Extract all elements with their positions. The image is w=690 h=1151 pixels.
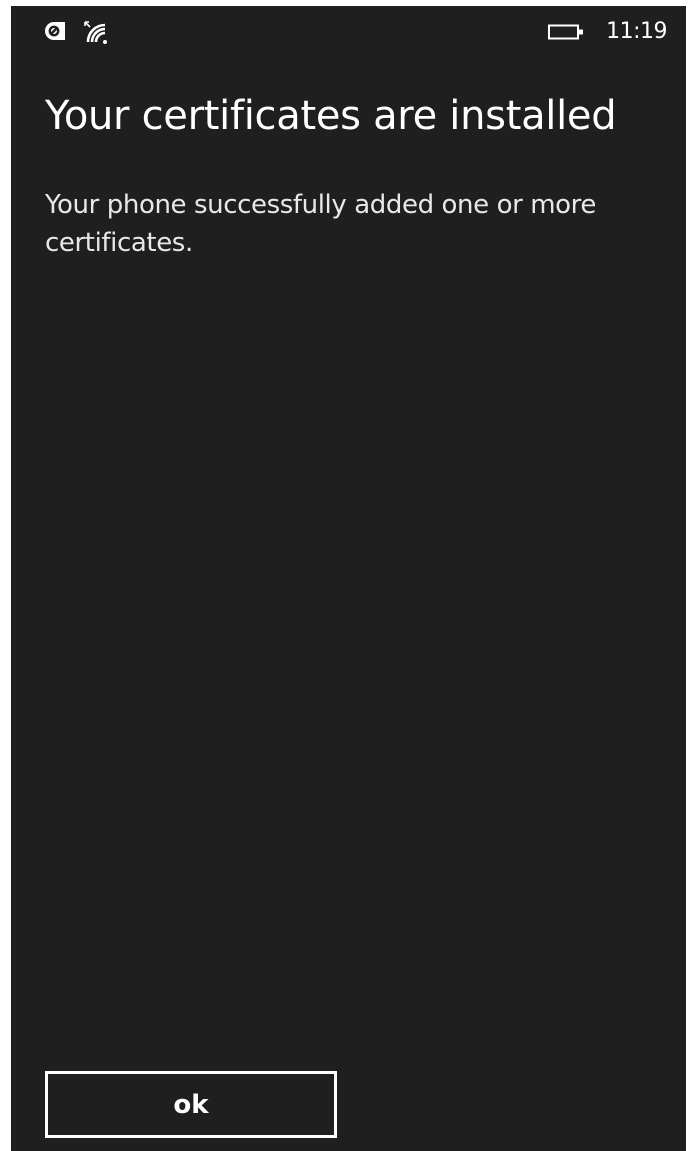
notification-icon	[43, 20, 67, 42]
status-left-icons	[43, 20, 117, 44]
status-bar: 11:19	[11, 6, 686, 58]
phone-screen: 11:19 Your certificates are installed Yo…	[11, 6, 686, 1151]
battery-icon	[548, 24, 584, 40]
page-title: Your certificates are installed	[45, 93, 617, 139]
status-right: 11:19	[548, 18, 667, 46]
wifi-signal-icon	[83, 20, 117, 44]
clock: 11:19	[606, 19, 667, 44]
ok-button[interactable]: ok	[45, 1071, 337, 1138]
message-text: Your phone successfully added one or mor…	[45, 190, 596, 258]
